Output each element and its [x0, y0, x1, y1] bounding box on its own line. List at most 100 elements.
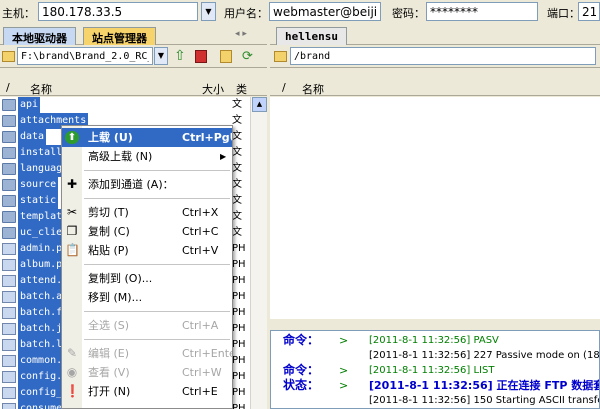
folder-icon: [2, 51, 15, 62]
new-folder-icon[interactable]: [220, 50, 232, 63]
file-type: PH: [232, 403, 246, 409]
scroll-up-icon[interactable]: ▲: [252, 97, 267, 112]
log-text: [2011-8-1 11:32:56] 150 Starting ASCII t…: [369, 395, 600, 406]
php-file-icon: [2, 403, 16, 409]
col-name[interactable]: 名称: [30, 81, 52, 97]
file-type: PH: [232, 387, 246, 398]
file-type: PH: [232, 323, 246, 334]
php-file-icon: [2, 243, 16, 255]
menu-item-label: 查看 (V): [88, 366, 130, 379]
menu-item-label: 粘贴 (P): [88, 244, 129, 257]
file-name: source: [18, 177, 59, 193]
menu-item-label: 移到 (M)...: [88, 291, 143, 304]
refresh-icon[interactable]: ⟳: [242, 49, 253, 64]
host-label: 主机：: [2, 7, 35, 20]
remote-col-name[interactable]: 名称: [302, 81, 324, 97]
menu-item-shortcut: Ctrl+PgUp: [182, 131, 232, 144]
file-name: static: [18, 193, 59, 209]
file-type: 文: [232, 211, 242, 222]
file-name: consume: [18, 401, 65, 409]
menu-item[interactable]: 移到 (M)...: [62, 288, 232, 307]
file-type: 文: [232, 179, 242, 190]
col-type[interactable]: 类: [236, 81, 247, 97]
password-label: 密码：: [392, 7, 425, 20]
menu-item-label: 高级上载 (N): [88, 150, 153, 163]
log-row: 命令： > [2011-8-1 11:32:56] PASV: [271, 333, 599, 348]
php-file-icon: [2, 259, 16, 271]
folder-icon: [2, 115, 16, 127]
splitter[interactable]: [270, 319, 600, 330]
menu-item-label: 全选 (S): [88, 319, 130, 332]
php-file-icon: [2, 387, 16, 399]
file-type: 文: [232, 147, 242, 158]
file-row[interactable]: api 文: [0, 97, 250, 113]
php-file-icon: [2, 355, 16, 367]
right-tab-bar: hellensu: [270, 25, 600, 45]
right-path-input[interactable]: [290, 47, 596, 65]
upload-icon: ⬆: [65, 131, 79, 144]
edit-icon: ✎: [66, 346, 78, 360]
bookmark-icon[interactable]: [195, 50, 207, 63]
right-file-list[interactable]: [270, 97, 600, 319]
log-row: [2011-8-1 11:32:56] 227 Passive mode on …: [271, 348, 600, 363]
host-input[interactable]: [38, 2, 198, 21]
file-type: 文: [232, 131, 242, 142]
password-input[interactable]: [426, 2, 538, 21]
tab-local-drive[interactable]: 本地驱动器: [3, 27, 76, 45]
left-path-bar: ▼ ⇧ ⟳: [0, 46, 267, 68]
menu-item-label: 打开 (N): [88, 385, 131, 398]
menu-item-label: 复制 (C): [88, 225, 130, 238]
copy-icon: ❐: [66, 224, 78, 238]
left-scrollbar[interactable]: ▲: [250, 97, 267, 409]
menu-item-label: 编辑 (E): [88, 347, 130, 360]
paste-icon: 📋: [65, 243, 80, 257]
tab-remote-session[interactable]: hellensu: [276, 27, 347, 45]
menu-item-shortcut: Ctrl+Enter: [182, 347, 232, 360]
menu-item[interactable]: ⬆ 上载 (U) Ctrl+PgUp: [62, 128, 232, 147]
host-dropdown-icon[interactable]: ▼: [201, 2, 216, 21]
log-row: 状态： > [2011-8-1 11:32:56] 正在连接 FTP 数据套接: [271, 378, 599, 393]
log-pane: 命令： > [2011-8-1 11:32:56] PASV [2011-8-1 11…: [270, 330, 600, 409]
folder-icon: [2, 195, 16, 207]
menu-item-shortcut: Ctrl+W: [182, 366, 222, 379]
right-path-bar: [270, 46, 600, 68]
file-name: data: [18, 129, 47, 145]
file-type: PH: [232, 307, 246, 318]
log-label: 状态：: [283, 378, 320, 392]
log-text: [2011-8-1 11:32:56] LIST: [369, 365, 495, 376]
left-path-input[interactable]: [17, 47, 153, 65]
file-type: 文: [232, 99, 242, 110]
tab-scroll-arrows[interactable]: ◂ ▸: [235, 29, 247, 39]
port-label: 端口：: [547, 7, 580, 20]
file-type: 文: [232, 227, 242, 238]
menu-item[interactable]: ✚ 添加到通道 (A)：: [62, 175, 232, 194]
left-tab-bar: 本地驱动器 站点管理器 ◂ ▸: [0, 25, 267, 45]
left-column-header: / 名称 大小 类: [0, 80, 267, 96]
menu-separator: [84, 339, 230, 340]
menu-item: ◉ 查看 (V) Ctrl+W: [62, 363, 232, 382]
file-name: api: [18, 97, 41, 113]
menu-item[interactable]: ✂ 剪切 (T) Ctrl+X: [62, 203, 232, 222]
user-input[interactable]: [269, 2, 381, 21]
file-type: PH: [232, 355, 246, 366]
menu-item[interactable]: 复制到 (O)...: [62, 269, 232, 288]
menu-item-shortcut: Ctrl+C: [182, 225, 219, 238]
port-input[interactable]: [578, 2, 600, 21]
menu-item[interactable]: 📋 粘贴 (P) Ctrl+V: [62, 241, 232, 260]
menu-item-shortcut: Ctrl+A: [182, 319, 219, 332]
folder-icon: [2, 147, 16, 159]
file-type: PH: [232, 291, 246, 302]
menu-item[interactable]: ❐ 复制 (C) Ctrl+C: [62, 222, 232, 241]
php-file-icon: [2, 339, 16, 351]
menu-separator: [84, 170, 230, 171]
log-row: [2011-8-1 11:32:56] 150 Starting ASCII t…: [271, 393, 600, 408]
tab-site-manager[interactable]: 站点管理器: [83, 27, 156, 45]
path-dropdown-icon[interactable]: ▼: [154, 47, 168, 65]
php-file-icon: [2, 371, 16, 383]
up-folder-icon[interactable]: ⇧: [174, 48, 186, 64]
log-text: [2011-8-1 11:32:56] 227 Passive mode on …: [369, 350, 600, 361]
log-label: 命令：: [283, 363, 320, 377]
menu-item[interactable]: ❗ 打开 (N) Ctrl+E: [62, 382, 232, 401]
col-size[interactable]: 大小: [202, 81, 224, 97]
menu-item[interactable]: 高级上载 (N) ▶: [62, 147, 232, 166]
